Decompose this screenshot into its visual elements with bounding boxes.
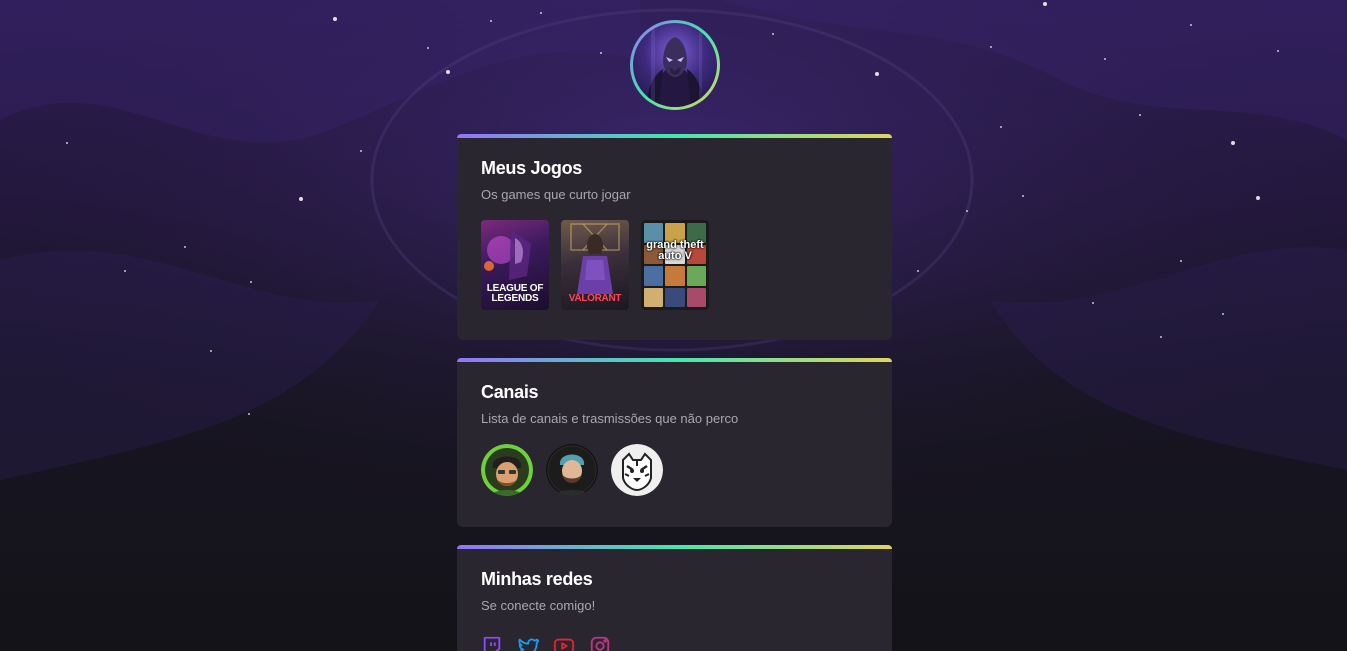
star [427, 47, 429, 49]
star [248, 413, 250, 415]
channel-avatar-1[interactable] [481, 444, 533, 496]
gta-v-label: grand theft auto V [646, 239, 704, 262]
star [990, 46, 992, 48]
star [600, 52, 602, 54]
channel-avatar-3-icon [611, 444, 663, 496]
star [333, 17, 337, 21]
games-list: LEAGUE OF LEGENDS VALORANT grand theft a… [481, 220, 868, 310]
star [184, 246, 186, 248]
star [540, 12, 542, 14]
star [1043, 2, 1047, 6]
star [124, 270, 126, 272]
youtube-link[interactable] [553, 635, 575, 651]
games-card-subtitle: Os games que curto jogar [481, 187, 631, 202]
star [1180, 260, 1182, 262]
gta-v-cover[interactable]: grand theft auto V [641, 220, 709, 310]
channel-avatar-3[interactable] [611, 444, 663, 496]
star [210, 350, 212, 352]
star [966, 210, 968, 212]
star [1022, 195, 1024, 197]
channels-card-title: Canais [481, 382, 539, 402]
channel-avatar-2-icon [546, 444, 598, 496]
star [875, 72, 879, 76]
profile-avatar [630, 20, 720, 110]
twitch-icon [483, 636, 501, 651]
games-card-title: Meus Jogos [481, 158, 583, 178]
star [299, 197, 303, 201]
star [250, 281, 252, 283]
valorant-cover[interactable]: VALORANT [561, 220, 629, 310]
channel-list [481, 444, 868, 496]
star [917, 270, 919, 272]
gta-artwork [644, 223, 706, 307]
avatar-portrait [647, 23, 703, 107]
social-card-title: Minhas redes [481, 569, 593, 589]
twitter-link[interactable] [517, 635, 539, 651]
social-card: Minhas redes Se conecte comigo! [457, 545, 892, 651]
twitch-link[interactable] [481, 635, 503, 651]
social-list [481, 635, 868, 651]
social-card-subtitle: Se conecte comigo! [481, 598, 596, 613]
league-of-legends-cover[interactable]: LEAGUE OF LEGENDS [481, 220, 549, 310]
instagram-icon [590, 636, 610, 651]
star [490, 20, 492, 22]
channel-avatar-2[interactable] [546, 444, 598, 496]
star [1092, 302, 1094, 304]
star [66, 142, 68, 144]
channel-avatar-1-icon [481, 444, 533, 496]
star [1104, 58, 1106, 60]
star [1000, 126, 1002, 128]
star [360, 150, 362, 152]
avatar-icon [633, 23, 717, 107]
valorant-label: VALORANT [568, 293, 622, 304]
games-card: Meus Jogos Os games que curto jogar LEAG… [457, 134, 892, 340]
channels-card: Canais Lista de canais e trasmissões que… [457, 358, 892, 527]
star [446, 70, 450, 74]
instagram-link[interactable] [589, 635, 611, 651]
star [772, 33, 774, 35]
star [1160, 336, 1162, 338]
youtube-icon [553, 638, 575, 651]
league-of-legends-label: LEAGUE OF LEGENDS [486, 283, 544, 304]
star [1139, 114, 1141, 116]
star [1277, 50, 1279, 52]
star [1256, 196, 1260, 200]
channels-card-subtitle: Lista de canais e trasmissões que não pe… [481, 411, 739, 426]
star [1222, 313, 1224, 315]
star [1190, 24, 1192, 26]
twitter-icon [518, 638, 539, 651]
star [1231, 141, 1235, 145]
